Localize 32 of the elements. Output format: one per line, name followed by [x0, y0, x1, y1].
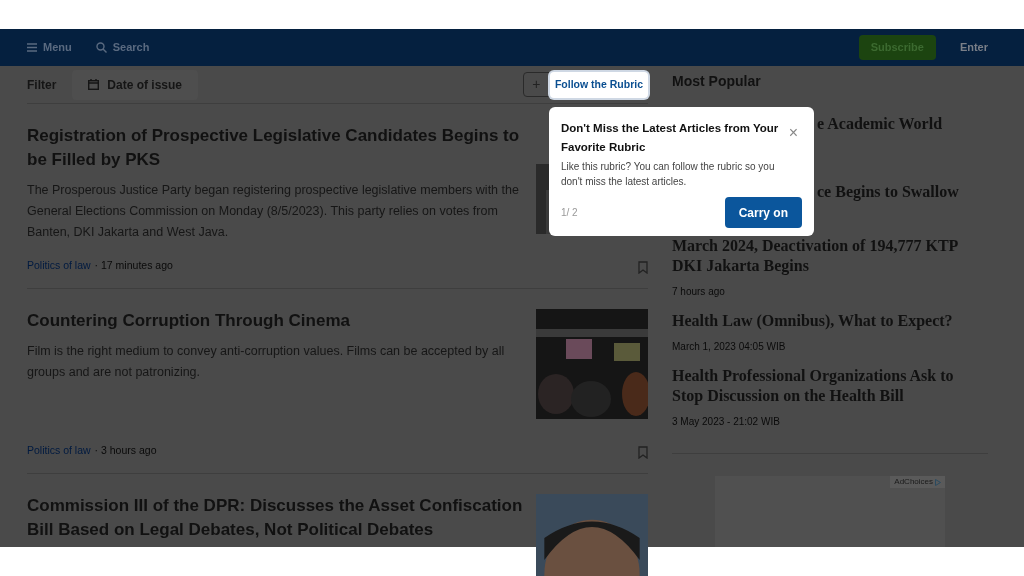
play-icon	[935, 478, 941, 486]
menu-button[interactable]: Menu	[27, 39, 72, 56]
article-time: · 3 hours ago	[94, 443, 157, 459]
popular-article-title[interactable]: ce Begins to Swallow	[817, 182, 988, 202]
popover-title: Don't Miss the Latest Articles from Your Favorite Rubric	[561, 121, 780, 155]
search-button[interactable]: Search	[95, 39, 150, 56]
carry-on-button[interactable]: Carry on	[724, 197, 802, 228]
popular-article-title[interactable]: e Academic World	[817, 114, 988, 134]
bookmark-icon[interactable]	[638, 261, 648, 274]
popular-article-time: 7 hours ago	[672, 285, 726, 299]
follow-rubric-button[interactable]: Follow the Rubric	[549, 71, 648, 98]
calendar-icon	[88, 79, 100, 90]
article-time: · 17 minutes ago	[94, 258, 173, 274]
section-title: Most Popular	[672, 72, 762, 91]
popular-article-time: 3 May 2023 - 21:02 WIB	[672, 415, 781, 429]
popular-article-title[interactable]: Health Law (Omnibus), What to Expect?	[672, 311, 988, 331]
article-title[interactable]: Registration of Prospective Legislative Candidates Begins to be Filled by PKS	[27, 124, 524, 172]
popover-text: Like this rubric? You can follow the rubric so you don't miss the latest articles.	[561, 160, 776, 189]
rubric-link[interactable]: Politics of law	[27, 258, 91, 274]
popular-article-title[interactable]: March 2024, Deactivation of 194,777 KTP DKI Jakarta Begins	[672, 236, 988, 276]
close-button[interactable]: ×	[788, 125, 798, 141]
article-title[interactable]: Countering Corruption Through Cinema	[27, 309, 524, 333]
bookmark-icon[interactable]	[638, 446, 648, 459]
popular-article-time: March 1, 2023 04:05 WIB	[672, 340, 787, 354]
popular-article-title[interactable]: Health Professional Organizations Ask to Stop Discussion on the Health Bill	[672, 366, 988, 406]
date-of-issue-button[interactable]: Date of issue	[72, 69, 199, 100]
step-counter: 1/ 2	[561, 206, 578, 220]
menu-icon	[27, 43, 37, 52]
article-title[interactable]: Commission III of the DPR: Discusses the Asset Confiscation Bill Based on Legal Debates, Not Political Debates	[27, 494, 524, 542]
enter-link[interactable]: Enter	[959, 39, 988, 56]
rubric-link[interactable]: Politics of law	[27, 443, 91, 459]
search-icon	[95, 42, 107, 53]
